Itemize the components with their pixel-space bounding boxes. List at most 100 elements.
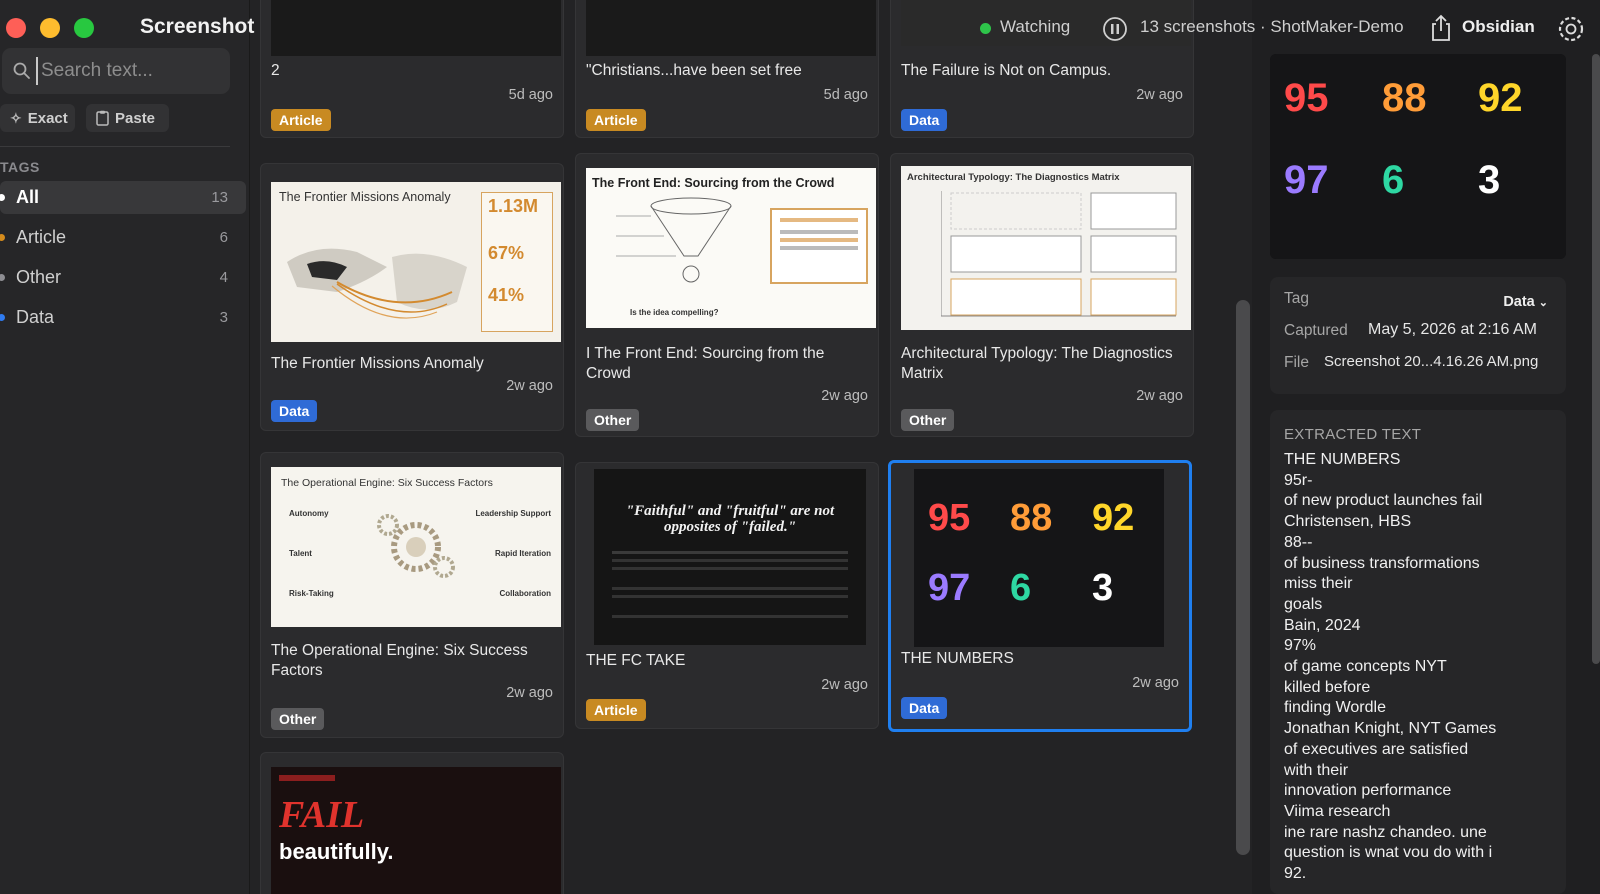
extracted-text-lines[interactable]: THE NUMBERS 95r- of new product launches… [1284, 450, 1564, 885]
extracted-line: with their [1284, 761, 1349, 779]
preview-number: 3 [1478, 158, 1501, 202]
tag-filter-other[interactable]: Other 4 [0, 261, 246, 294]
obsidian-export-button[interactable]: Obsidian [1462, 17, 1535, 37]
screenshot-card[interactable]: FAIL beautifully. [260, 752, 564, 894]
thumb-number: 88 [1010, 497, 1053, 539]
factor-label: Talent [289, 549, 312, 558]
preview-number: 92 [1478, 76, 1523, 120]
watching-status: Watching [1000, 17, 1071, 36]
screenshot-card[interactable]: The Frontier Missions Anomaly 1.13M 67% … [260, 163, 564, 431]
preview-number: 95 [1284, 76, 1329, 120]
pause-icon[interactable] [1102, 16, 1128, 42]
card-thumbnail [271, 0, 561, 56]
sparkle-icon: ✧ [10, 109, 22, 126]
card-thumbnail: FAIL beautifully. [271, 767, 561, 894]
screenshot-card[interactable]: The Front End: Sourcing from the Crowd I… [575, 153, 879, 437]
screenshot-card[interactable]: The Operational Engine: Six Success Fact… [260, 452, 564, 738]
screenshot-card[interactable]: Architectural Typology: The Diagnostics … [890, 153, 1194, 437]
screenshot-card-selected[interactable]: 95 88 92 97 6 3 THE NUMBERS 2w ago Data [888, 460, 1192, 732]
card-tag-badge: Other [901, 409, 955, 431]
thumb-subtitle: beautifully. [279, 839, 394, 864]
gallery-scrollbar[interactable] [1236, 300, 1250, 855]
thumb-big-word: FAIL [279, 794, 365, 836]
window-zoom-button[interactable] [74, 18, 94, 38]
card-title: The Failure is Not on Campus. [901, 62, 1112, 79]
screenshot-gallery: 2 5d ago Article "Christians...have been… [250, 0, 1250, 894]
extracted-line: 92. [1284, 865, 1307, 883]
chevron-down-icon: ⌄ [1538, 297, 1548, 309]
tag-count: 4 [219, 269, 228, 286]
app-window: Screenshot Recall ✧ Exact Paste TAGS All… [0, 0, 1600, 894]
card-title: The Operational Engine: Six Success Fact… [271, 642, 528, 679]
extracted-line: Bain, 2024 [1284, 616, 1361, 634]
card-tag-badge: Other [586, 409, 640, 431]
stat-value: 1.13M [488, 196, 539, 216]
thumb-number: 95 [928, 497, 971, 539]
card-age: 2w ago [1136, 87, 1183, 103]
tag-dropdown-value: Data [1503, 294, 1535, 310]
card-tag-badge: Article [586, 109, 646, 131]
extracted-line: THE NUMBERS [1284, 451, 1401, 468]
gears-illustration [377, 514, 455, 578]
card-thumbnail: Architectural Typology: The Diagnostics … [901, 166, 1191, 330]
extracted-text-panel: EXTRACTED TEXT THE NUMBERS 95r- of new p… [1270, 410, 1566, 894]
search-input[interactable] [36, 57, 221, 85]
card-age: 2w ago [821, 388, 868, 404]
search-box[interactable] [2, 48, 230, 94]
card-age: 2w ago [1136, 388, 1183, 404]
tag-label: Tag [1284, 290, 1309, 307]
card-thumbnail: 95 88 92 97 6 3 [914, 469, 1164, 647]
card-tag-badge: Data [901, 109, 948, 131]
card-title: The Frontier Missions Anomaly [271, 355, 484, 372]
factor-label: Autonomy [289, 509, 329, 518]
extracted-line: of business transformations [1284, 554, 1480, 572]
gear-icon[interactable] [1556, 14, 1586, 44]
clipboard-icon [96, 110, 109, 126]
stats-panel: 1.13M 67% 41% [481, 192, 553, 332]
detail-scrollbar[interactable] [1592, 54, 1600, 664]
thumb-number: 92 [1092, 497, 1135, 539]
extracted-line: 95r- [1284, 471, 1313, 489]
screenshot-card[interactable]: "Faithful" and "fruitful" are not opposi… [575, 462, 879, 729]
card-age: 5d ago [823, 87, 868, 103]
tag-count: 13 [211, 189, 228, 206]
tag-dot [0, 234, 5, 241]
card-tag-badge: Article [271, 109, 331, 131]
stat-value: 41% [488, 285, 525, 305]
sidebar: Screenshot Recall ✧ Exact Paste TAGS All… [0, 0, 322, 894]
card-thumbnail [586, 0, 876, 56]
card-age: 2w ago [821, 677, 868, 693]
tag-filter-all[interactable]: All 13 [0, 181, 246, 214]
card-title: I The Front End: Sourcing from the Crowd [586, 345, 825, 382]
thumb-caption: Is the idea compelling? [630, 308, 719, 317]
share-icon[interactable] [1428, 13, 1454, 43]
extracted-line: of game concepts NYT [1284, 658, 1447, 676]
card-thumbnail: The Front End: Sourcing from the Crowd I… [586, 168, 876, 328]
tag-label: Other [16, 267, 62, 287]
factor-label: Risk-Taking [289, 589, 334, 598]
callout-box [770, 208, 868, 284]
thumb-number: 97 [928, 567, 971, 609]
exact-button[interactable]: ✧ Exact [0, 104, 75, 132]
extracted-line: goals [1284, 595, 1323, 613]
extracted-line: Christensen, HBS [1284, 513, 1412, 531]
window-minimize-button[interactable] [40, 18, 60, 38]
extracted-line: 97% [1284, 637, 1317, 655]
tag-filter-data[interactable]: Data 3 [0, 301, 246, 334]
tag-dropdown[interactable]: Data ⌄ [1503, 294, 1548, 310]
exact-button-label: Exact [27, 109, 68, 127]
extracted-line: of executives are satisfied [1284, 740, 1469, 758]
preview-number: 88 [1382, 76, 1427, 120]
screenshot-card[interactable]: 2 5d ago Article [260, 0, 564, 138]
thumb-quote: "Faithful" and "fruitful" are not opposi… [625, 503, 835, 535]
tag-count: 3 [219, 309, 228, 326]
tag-label: Data [16, 307, 55, 327]
window-close-button[interactable] [6, 18, 26, 38]
file-label: File [1284, 354, 1309, 371]
extracted-text-heading: EXTRACTED TEXT [1284, 426, 1422, 443]
tag-filter-article[interactable]: Article 6 [0, 221, 246, 254]
extracted-line: Jonathan Knight, NYT Games [1284, 720, 1497, 738]
screenshot-card[interactable]: "Christians...have been set free 5d ago … [575, 0, 879, 138]
paste-button[interactable]: Paste [86, 104, 169, 132]
funnel-illustration [616, 197, 732, 283]
